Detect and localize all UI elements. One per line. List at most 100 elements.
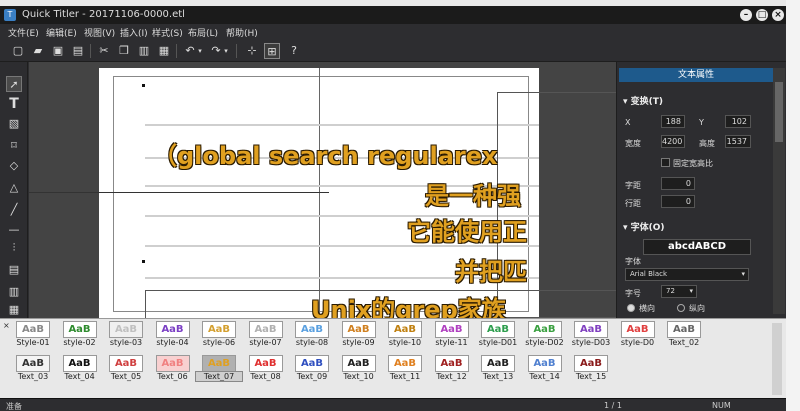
style-tile[interactable]: AaB style-11	[429, 321, 475, 347]
style-swatch: AaB	[62, 355, 97, 372]
style-tile[interactable]: AaB Text_02	[661, 321, 707, 347]
safe-area-icon[interactable]: ⊹	[244, 43, 260, 59]
char-spacing-field[interactable]: 0	[661, 177, 695, 190]
paste-icon[interactable]: ▥	[136, 43, 152, 59]
style-swatch: AaB	[295, 355, 329, 372]
style-tile[interactable]: AaB Text_06	[150, 355, 196, 381]
close-icon[interactable]: ×	[772, 9, 784, 21]
style-tile[interactable]: AaB style-D02	[522, 321, 568, 347]
style-tile[interactable]: AaB Text_13	[475, 355, 521, 381]
style-name: Text_02	[668, 338, 700, 347]
style-tile[interactable]: AaB style-04	[150, 321, 196, 347]
style-tile[interactable]: AaB Style-01	[10, 321, 56, 347]
canvas-text-line[interactable]: 它能使用正	[407, 212, 527, 247]
styles-scrollbar[interactable]	[772, 323, 782, 395]
style-tile[interactable]: AaB Text_08	[243, 355, 289, 381]
canvas-text-line[interactable]: 是一种强	[425, 176, 521, 211]
triangle-tool-icon[interactable]: △	[6, 180, 22, 196]
style-tile[interactable]: AaB Text_09	[289, 355, 335, 381]
x-label: X	[625, 118, 631, 127]
lock-aspect-checkbox[interactable]	[661, 158, 670, 167]
x-field[interactable]: 188	[661, 115, 685, 128]
style-tile[interactable]: AaB style-D03	[568, 321, 614, 347]
height-field[interactable]: 1537	[725, 135, 751, 148]
scroll-thumb[interactable]	[775, 82, 783, 142]
minimize-icon[interactable]: –	[740, 9, 752, 21]
line-tool-icon[interactable]: ╱	[6, 202, 22, 218]
menu-file[interactable]: 文件(E)	[8, 26, 39, 39]
style-tile[interactable]: AaB style-02	[57, 321, 103, 347]
style-tile[interactable]: AaB Text_04	[57, 355, 103, 381]
style-name: Text_11	[389, 372, 421, 381]
style-tile[interactable]: AaB style-09	[336, 321, 382, 347]
arrange-icon[interactable]: ▥	[6, 284, 22, 300]
y-field[interactable]: 102	[725, 115, 751, 128]
style-name: style-10	[388, 338, 422, 347]
maximize-icon[interactable]: □	[756, 9, 768, 21]
redo-dropdown-icon[interactable]: ▾	[222, 43, 230, 59]
select-arrow-icon[interactable]: ➚	[6, 76, 22, 92]
style-tile[interactable]: AaB Text_07	[195, 355, 243, 382]
image-tool-icon[interactable]: ▧	[6, 116, 22, 132]
horizontal-label: 横向	[639, 304, 655, 313]
page-indicator: 1 / 1	[604, 401, 622, 410]
height-label: 高度	[699, 139, 715, 148]
style-name: style-D01	[478, 338, 518, 347]
menu-edit[interactable]: 编辑(E)	[46, 26, 77, 39]
pen-tool-icon[interactable]: ◇	[6, 158, 22, 174]
toolbar: ▢ ▰ ▣ ▤ ✂ ❐ ▥ ▦ ↶ ▾ ↷ ▾ ⊹ ⊞ ?	[0, 40, 786, 62]
style-tile[interactable]: AaB Text_10	[336, 355, 382, 381]
menu-layout[interactable]: 布局(L)	[188, 26, 218, 39]
undo-dropdown-icon[interactable]: ▾	[196, 43, 204, 59]
delete-icon[interactable]: ▦	[156, 43, 172, 59]
canvas-text-line[interactable]: Unix的grep家族	[311, 290, 506, 318]
style-swatch: AaB	[155, 321, 190, 338]
style-tile[interactable]: AaB style-03	[103, 321, 149, 347]
font-section-title[interactable]: ▾ 字体(O)	[623, 220, 665, 233]
copy-icon[interactable]: ❐	[116, 43, 132, 59]
new-file-icon[interactable]: ▢	[10, 43, 26, 59]
canvas-area[interactable]: （global search regularex 是一种强 它能使用正 并把匹 …	[29, 62, 616, 318]
style-tile[interactable]: AaB style-D0	[615, 321, 661, 347]
menu-insert[interactable]: 插入(I)	[120, 26, 148, 39]
style-tile[interactable]: AaB Text_05	[103, 355, 149, 381]
layer-icon[interactable]: ▤	[6, 262, 22, 278]
style-tile[interactable]: AaB Text_03	[10, 355, 56, 381]
grid-icon[interactable]: ⊞	[264, 43, 280, 59]
size-dropdown[interactable]: 72 ▾	[661, 285, 697, 298]
font-dropdown[interactable]: Arial Black ▾	[625, 268, 749, 281]
style-tile[interactable]: AaB style-10	[382, 321, 428, 347]
style-tile[interactable]: AaB Text_15	[568, 355, 614, 381]
style-name: Text_08	[250, 372, 281, 381]
panel-scrollbar[interactable]	[773, 68, 785, 314]
cut-icon[interactable]: ✂	[96, 43, 112, 59]
line-spacing-field[interactable]: 0	[661, 195, 695, 208]
help-icon[interactable]: ?	[286, 43, 302, 59]
save-icon[interactable]: ▣	[50, 43, 66, 59]
open-folder-icon[interactable]: ▰	[30, 43, 46, 59]
text-tool-icon[interactable]: T	[6, 96, 22, 112]
style-tile[interactable]: AaB Text_14	[522, 355, 568, 381]
distribute-icon[interactable]: ▦	[6, 302, 22, 318]
canvas-text-line[interactable]: 并把匹	[455, 252, 527, 287]
style-swatch: AaB	[62, 321, 97, 338]
transform-section-title[interactable]: ▾ 变换(T)	[623, 94, 663, 107]
vertical-radio[interactable]	[677, 304, 685, 312]
canvas-text-line[interactable]: （global search regularex	[153, 136, 498, 171]
menu-view[interactable]: 视图(V)	[84, 26, 115, 39]
style-tile[interactable]: AaB Text_12	[429, 355, 475, 381]
align-center-icon[interactable]: ⫶	[6, 240, 22, 256]
width-field[interactable]: 4200	[661, 135, 685, 148]
style-swatch: AaB	[16, 355, 50, 372]
save-as-icon[interactable]: ▤	[70, 43, 86, 59]
style-tile[interactable]: AaB style-07	[243, 321, 289, 347]
close-icon[interactable]: ×	[3, 321, 10, 330]
style-tile[interactable]: AaB style-08	[289, 321, 335, 347]
horizontal-radio[interactable]	[627, 304, 635, 312]
style-tile[interactable]: AaB Text_11	[382, 355, 428, 381]
style-tile[interactable]: AaB style-D01	[475, 321, 521, 347]
menu-help[interactable]: 帮助(H)	[226, 26, 258, 39]
style-tile[interactable]: AaB style-06	[196, 321, 242, 347]
menu-style[interactable]: 样式(S)	[152, 26, 183, 39]
rectangle-tool-icon[interactable]: ⌑	[6, 138, 22, 154]
